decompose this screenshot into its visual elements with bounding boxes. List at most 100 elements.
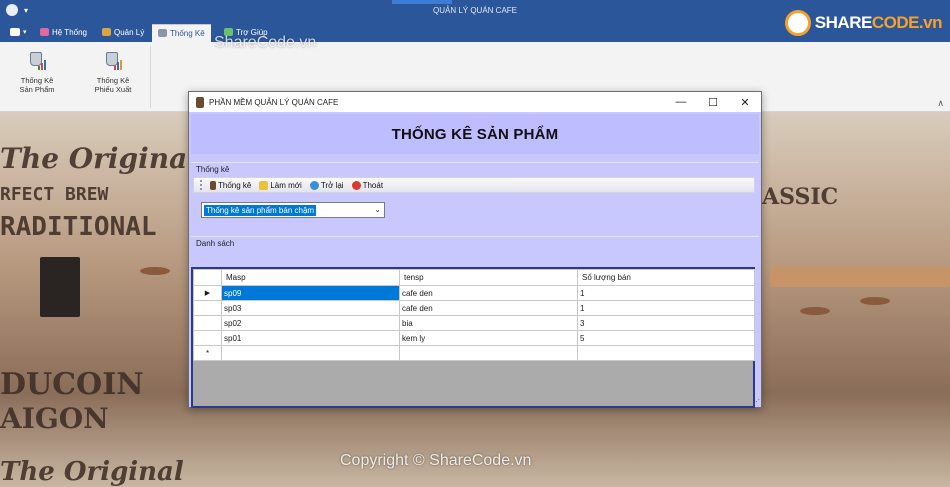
header-panel: THỐNG KÊ SẢN PHẨM	[191, 114, 759, 154]
statistics-group: Thống kê Thống kê Làm mới Trở lại Thoát …	[191, 162, 759, 232]
statistics-icon	[158, 29, 167, 37]
ribbon-separator	[150, 46, 151, 108]
column-header-tensp[interactable]: tensp	[399, 269, 578, 286]
table-row[interactable]: sp03 cafe den 1	[193, 300, 755, 316]
cell-masp[interactable]: sp09	[221, 285, 400, 301]
page-title: THỐNG KÊ SẢN PHẨM	[391, 125, 559, 143]
group-label: Thống kê	[196, 165, 230, 174]
exit-button[interactable]: Thoát	[351, 180, 384, 190]
chevron-down-icon[interactable]: ⌄	[374, 205, 381, 214]
refresh-button[interactable]: Làm mới	[259, 180, 302, 190]
row-header-corner[interactable]	[193, 269, 222, 286]
tab-quan-ly[interactable]: Quản Lý	[96, 24, 150, 42]
background-text: ASSIC	[762, 184, 839, 210]
cell-qty[interactable]: 1	[577, 300, 755, 316]
folder-icon	[259, 180, 269, 190]
coffee-app-icon	[196, 96, 204, 108]
logo-text: SHARECODE.vn	[814, 13, 943, 32]
stats-button[interactable]: Thống kê	[210, 180, 251, 190]
column-header-masp[interactable]: Masp	[221, 269, 400, 286]
system-icon	[40, 28, 49, 36]
table-row[interactable]: sp01 kem ly 5	[193, 330, 755, 346]
table-row[interactable]: sp02 bia 3	[193, 315, 755, 331]
back-button-label: Trở lại	[320, 180, 344, 190]
row-header[interactable]	[193, 300, 222, 316]
new-row[interactable]: *	[193, 345, 755, 361]
select-value: Thống kê sản phẩm bán chậm	[204, 204, 317, 216]
new-row-indicator[interactable]: *	[193, 345, 222, 361]
cell-empty[interactable]	[399, 345, 578, 361]
window-controls: — ☐ ✕	[665, 92, 761, 112]
resize-grip-icon[interactable]: ⋰	[753, 398, 760, 406]
close-button[interactable]: ✕	[729, 92, 761, 112]
app-menu-caret-icon: ▾	[23, 29, 27, 36]
cell-qty[interactable]: 3	[577, 315, 755, 331]
data-grid[interactable]: Masp tensp Số lượng bán ▶ sp09 cafe den …	[191, 267, 755, 408]
minimize-button[interactable]: —	[665, 92, 697, 112]
cell-tensp[interactable]: cafe den	[399, 300, 578, 316]
watermark-bottom: Copyright © ShareCode.vn	[340, 452, 532, 469]
row-header[interactable]	[193, 330, 222, 346]
app-grid-icon	[10, 28, 20, 36]
results-table: Masp tensp Số lượng bán ▶ sp09 cafe den …	[193, 269, 755, 361]
background-text: RFECT BREW	[0, 184, 109, 205]
tab-he-thong[interactable]: Hệ Thống	[34, 24, 93, 42]
tab-thong-ke[interactable]: Thống Kê	[152, 24, 211, 42]
ribbon-button-label: Phiếu Xuất	[94, 85, 132, 94]
dialog-title: PHẦN MỀM QUẢN LÝ QUÁN CAFE	[209, 97, 339, 107]
background-text: RADITIONAL	[0, 212, 157, 242]
cell-tensp[interactable]: bia	[399, 315, 578, 331]
toolbar-grip[interactable]	[200, 180, 202, 190]
exit-button-label: Thoát	[362, 180, 384, 190]
current-row-indicator[interactable]: ▶	[193, 285, 222, 301]
table-row[interactable]: ▶ sp09 cafe den 1	[193, 285, 755, 301]
application-menu-button[interactable]: ▾	[4, 24, 33, 42]
cell-tensp[interactable]: cafe den	[399, 285, 578, 301]
background-stool	[140, 267, 170, 275]
ribbon-button-thong-ke-san-pham[interactable]: Thống Kê Sản Phẩm	[10, 48, 64, 94]
title-accent	[392, 0, 452, 4]
background-text: The Original	[0, 142, 198, 175]
watermark-top: ShareCode.vn	[214, 34, 317, 51]
cell-qty[interactable]: 1	[577, 285, 755, 301]
product-statistics-icon	[26, 48, 48, 70]
sharecode-logo: SHARECODE.vn	[784, 10, 943, 36]
group-label: Danh sách	[196, 239, 235, 248]
ribbon-button-label: Sản Phẩm	[19, 85, 55, 94]
tab-label: Hệ Thống	[52, 28, 87, 37]
ribbon-button-label: Thống Kê	[96, 76, 130, 85]
collapse-ribbon-icon[interactable]: ∧	[937, 98, 944, 109]
ribbon-button-thong-ke-phieu-xuat[interactable]: Thống Kê Phiếu Xuất	[86, 48, 140, 94]
background-stool	[860, 297, 890, 305]
logo-icon	[784, 10, 811, 36]
exit-icon	[351, 180, 361, 190]
row-header[interactable]	[193, 315, 222, 331]
cell-masp[interactable]: sp03	[221, 300, 400, 316]
invoice-statistics-icon	[102, 48, 124, 70]
cell-masp[interactable]: sp01	[221, 330, 400, 346]
background-text: AIGON	[0, 402, 109, 435]
refresh-button-label: Làm mới	[270, 180, 302, 190]
statistics-dialog: PHẦN MỀM QUẢN LÝ QUÁN CAFE — ☐ ✕ THỐNG K…	[188, 91, 762, 408]
cell-qty[interactable]: 5	[577, 330, 755, 346]
background-text: The Original	[0, 457, 184, 487]
maximize-button[interactable]: ☐	[697, 92, 729, 112]
back-button[interactable]: Trở lại	[309, 180, 344, 190]
background-text: DUCOIN	[0, 367, 144, 402]
background-table	[770, 267, 950, 287]
cell-masp[interactable]: sp02	[221, 315, 400, 331]
cell-empty[interactable]	[221, 345, 400, 361]
statistics-type-select[interactable]: Thống kê sản phẩm bán chậm ⌄	[201, 202, 385, 218]
dialog-content: THỐNG KÊ SẢN PHẨM Thống kê Thống kê Làm …	[189, 112, 761, 408]
tab-label: Thống Kê	[170, 29, 205, 38]
cell-empty[interactable]	[577, 345, 755, 361]
background-chair	[40, 257, 80, 317]
dialog-titlebar[interactable]: PHẦN MỀM QUẢN LÝ QUÁN CAFE — ☐ ✕	[189, 92, 761, 112]
column-header-so-luong-ban[interactable]: Số lượng bán	[577, 269, 755, 286]
manage-icon	[102, 28, 111, 36]
table-header-row: Masp tensp Số lượng bán	[193, 269, 755, 286]
tab-label: Quản Lý	[114, 28, 145, 37]
ribbon-button-label: Thống Kê	[20, 76, 54, 85]
cell-tensp[interactable]: kem ly	[399, 330, 578, 346]
coffee-icon	[210, 180, 216, 190]
